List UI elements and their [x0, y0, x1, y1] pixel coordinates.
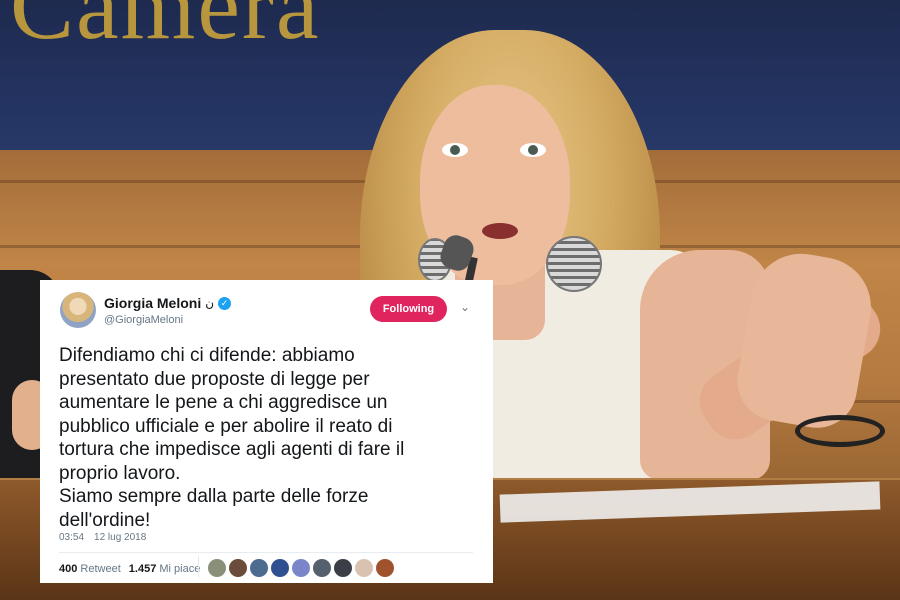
tweet-text-line: tortura che impedisce agli agenti di far… — [59, 439, 405, 460]
author-avatar[interactable] — [60, 292, 96, 328]
mouth — [482, 223, 518, 239]
tweet-text-line: pubblico ufficiale e per abolire il reat… — [59, 415, 393, 437]
liker-avatar-9[interactable] — [376, 559, 394, 577]
tweet-text-line: Difendiamo chi ci difende: abbiamo — [59, 345, 355, 366]
liker-avatar-6[interactable] — [313, 559, 331, 577]
tweet-card: Giorgia Meloni ن ✓ @GiorgiaMeloni Follow… — [40, 280, 493, 583]
liker-avatars — [208, 559, 394, 577]
liker-avatar-7[interactable] — [334, 559, 352, 577]
liker-avatar-5[interactable] — [292, 559, 310, 577]
tweet-timestamp[interactable]: 03:54 12 lug 2018 — [59, 532, 146, 543]
tweet-time: 03:54 — [59, 532, 85, 543]
divider — [59, 552, 473, 553]
author-handle[interactable]: @GiorgiaMeloni — [104, 314, 183, 326]
tweet-header: Giorgia Meloni ن ✓ @GiorgiaMeloni Follow… — [40, 280, 493, 340]
liker-avatar-4[interactable] — [271, 559, 289, 577]
author-name[interactable]: Giorgia Meloni — [104, 295, 201, 311]
retweet-count: 400 — [59, 563, 78, 575]
liker-avatar-1[interactable] — [208, 559, 226, 577]
stats-divider — [198, 556, 199, 578]
author-name-glyph: ن — [205, 296, 215, 310]
verified-badge-icon: ✓ — [218, 296, 232, 310]
tweet-text-line: aumentare le pene a chi aggredisce un — [59, 392, 388, 413]
tweet-text-line: presentato due proposte di legge per — [59, 368, 370, 390]
like-stat[interactable]: 1.457 Mi piace — [129, 563, 201, 575]
retweet-label: Retweet — [80, 563, 121, 575]
earring-right — [546, 236, 602, 292]
tweet-date: 12 lug 2018 — [94, 532, 147, 543]
liker-avatar-2[interactable] — [229, 559, 247, 577]
wall-lettering: Camera — [10, 0, 321, 59]
liker-avatar-8[interactable] — [355, 559, 373, 577]
retweet-stat[interactable]: 400 Retweet — [59, 563, 121, 575]
chevron-down-icon[interactable]: ⌄ — [458, 300, 472, 314]
right-eye — [520, 143, 546, 157]
bracelet — [795, 415, 885, 447]
tweet-text-line: dell'ordine! — [59, 509, 151, 531]
tweet-text-line: Siamo sempre dalla parte delle forze — [59, 486, 369, 507]
following-button[interactable]: Following — [370, 296, 447, 322]
tweet-stats: 400 Retweet 1.457 Mi piace — [59, 563, 200, 575]
like-count: 1.457 — [128, 563, 157, 575]
tweet-text-line: proprio lavoro. — [59, 462, 181, 484]
left-eye — [442, 143, 468, 157]
tweet-text: Difendiamo chi ci difende: abbiamo prese… — [59, 344, 479, 532]
liker-avatar-3[interactable] — [250, 559, 268, 577]
author-name-row: Giorgia Meloni ن ✓ — [104, 295, 232, 311]
like-label: Mi piace — [159, 563, 201, 575]
